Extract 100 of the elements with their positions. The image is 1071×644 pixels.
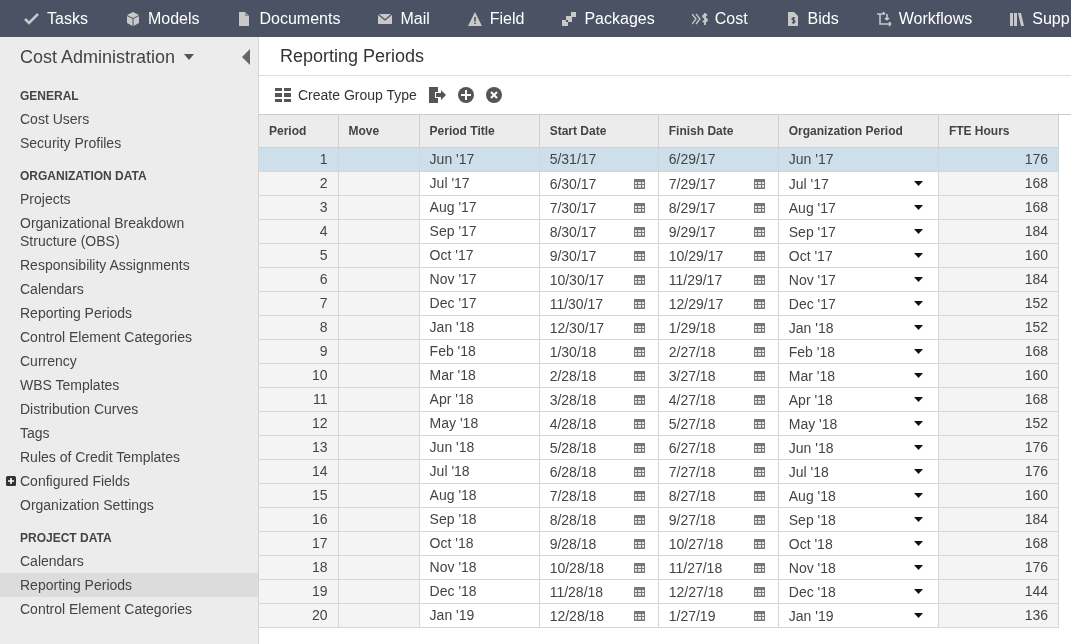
calendar-icon[interactable] xyxy=(753,250,765,262)
dropdown-field[interactable]: Sep '18 xyxy=(778,507,939,531)
date-field[interactable]: 7/29/17 xyxy=(658,171,779,195)
dropdown-field[interactable]: Aug '18 xyxy=(778,483,939,507)
calendar-icon[interactable] xyxy=(753,610,765,622)
nav-link[interactable]: Workflows xyxy=(875,9,973,28)
date-field[interactable]: 7/28/18 xyxy=(539,483,659,507)
table-row[interactable]: 6 Nov '17 10/30/17 11/29/17 Nov '17 184 xyxy=(259,267,1059,291)
date-field[interactable]: 8/27/18 xyxy=(658,483,779,507)
table-row[interactable]: 1 Jun '17 5/31/17 6/29/17 Jun '17 176 xyxy=(259,147,1059,171)
calendar-icon[interactable] xyxy=(633,466,645,478)
dropdown-field[interactable]: Oct '17 xyxy=(778,243,939,267)
dropdown-field[interactable]: Oct '18 xyxy=(778,531,939,555)
table-row[interactable]: 2 Jul '17 6/30/17 7/29/17 Jul '17 168 xyxy=(259,171,1059,195)
caret-icon[interactable] xyxy=(913,373,923,379)
caret-icon[interactable] xyxy=(913,541,923,547)
calendar-icon[interactable] xyxy=(633,610,645,622)
sidebar-item[interactable]: Control Element Categories xyxy=(0,325,258,349)
nav-link[interactable]: Cost xyxy=(691,9,748,28)
dropdown-field[interactable]: Jul '18 xyxy=(778,459,939,483)
column-header[interactable]: Finish Date xyxy=(658,115,779,147)
date-field[interactable]: 3/28/18 xyxy=(539,387,659,411)
date-field[interactable]: 1/29/18 xyxy=(658,315,779,339)
date-field[interactable]: 5/31/17 xyxy=(539,147,659,171)
calendar-icon[interactable] xyxy=(753,514,765,526)
sidebar-item[interactable]: Calendars xyxy=(0,277,258,301)
caret-icon[interactable] xyxy=(913,349,923,355)
dropdown-field[interactable]: Aug '17 xyxy=(778,195,939,219)
calendar-icon[interactable] xyxy=(753,586,765,598)
calendar-icon[interactable] xyxy=(633,490,645,502)
table-row[interactable]: 9 Feb '18 1/30/18 2/27/18 Feb '18 168 xyxy=(259,339,1059,363)
collapse-icon[interactable] xyxy=(242,49,250,65)
date-field[interactable]: 8/30/17 xyxy=(539,219,659,243)
nav-link[interactable]: Tasks xyxy=(24,9,88,28)
calendar-icon[interactable] xyxy=(633,274,645,286)
table-row[interactable]: 20 Jan '19 12/28/18 1/27/19 Jan '19 136 xyxy=(259,603,1059,627)
date-field[interactable]: 12/30/17 xyxy=(539,315,659,339)
calendar-icon[interactable] xyxy=(633,250,645,262)
table-row[interactable]: 4 Sep '17 8/30/17 9/29/17 Sep '17 184 xyxy=(259,219,1059,243)
calendar-icon[interactable] xyxy=(633,322,645,334)
title-field[interactable]: Dec '17 xyxy=(419,291,540,315)
caret-icon[interactable] xyxy=(913,469,923,475)
date-field[interactable]: 9/27/18 xyxy=(658,507,779,531)
calendar-icon[interactable] xyxy=(633,226,645,238)
sidebar-item[interactable]: Reporting Periods xyxy=(0,301,258,325)
sidebar-item[interactable]: Configured Fields xyxy=(0,469,258,493)
calendar-icon[interactable] xyxy=(633,538,645,550)
dropdown-field[interactable]: May '18 xyxy=(778,411,939,435)
caret-icon[interactable] xyxy=(913,301,923,307)
caret-icon[interactable] xyxy=(913,253,923,259)
title-field[interactable]: Feb '18 xyxy=(419,339,540,363)
caret-icon[interactable] xyxy=(913,277,923,283)
table-row[interactable]: 10 Mar '18 2/28/18 3/27/18 Mar '18 160 xyxy=(259,363,1059,387)
calendar-icon[interactable] xyxy=(633,298,645,310)
table-row[interactable]: 15 Aug '18 7/28/18 8/27/18 Aug '18 160 xyxy=(259,483,1059,507)
table-row[interactable]: 14 Jul '18 6/28/18 7/27/18 Jul '18 176 xyxy=(259,459,1059,483)
table-row[interactable]: 8 Jan '18 12/30/17 1/29/18 Jan '18 152 xyxy=(259,315,1059,339)
caret-icon[interactable] xyxy=(913,445,923,451)
nav-link[interactable]: Packages xyxy=(561,9,655,28)
date-field[interactable]: 10/28/18 xyxy=(539,555,659,579)
sidebar-item[interactable]: Rules of Credit Templates xyxy=(0,445,258,469)
calendar-icon[interactable] xyxy=(633,370,645,382)
dropdown-field[interactable]: Dec '17 xyxy=(778,291,939,315)
delete-icon[interactable] xyxy=(485,87,502,103)
sidebar-item[interactable]: WBS Templates xyxy=(0,373,258,397)
date-field[interactable]: 3/27/18 xyxy=(658,363,779,387)
column-header[interactable]: Organization Period xyxy=(778,115,939,147)
caret-icon[interactable] xyxy=(913,493,923,499)
title-field[interactable]: Jun '18 xyxy=(419,435,540,459)
add-icon[interactable] xyxy=(457,87,474,103)
title-field[interactable]: Nov '18 xyxy=(419,555,540,579)
caret-icon[interactable] xyxy=(913,613,923,619)
column-header[interactable]: Move xyxy=(338,115,420,147)
caret-icon[interactable] xyxy=(913,421,923,427)
date-field[interactable]: 11/29/17 xyxy=(658,267,779,291)
calendar-icon[interactable] xyxy=(633,586,645,598)
date-field[interactable]: 11/27/18 xyxy=(658,555,779,579)
caret-icon[interactable] xyxy=(184,54,195,60)
title-field[interactable]: Aug '17 xyxy=(419,195,540,219)
date-field[interactable]: 7/27/18 xyxy=(658,459,779,483)
date-field[interactable]: 2/27/18 xyxy=(658,339,779,363)
table-row[interactable]: 13 Jun '18 5/28/18 6/27/18 Jun '18 176 xyxy=(259,435,1059,459)
dropdown-field[interactable]: Nov '17 xyxy=(778,267,939,291)
dropdown-field[interactable]: Jul '17 xyxy=(778,171,939,195)
calendar-icon[interactable] xyxy=(753,202,765,214)
sidebar-item[interactable]: Projects xyxy=(0,187,258,211)
nav-link[interactable]: Supp xyxy=(1009,9,1070,28)
date-field[interactable]: 5/28/18 xyxy=(539,435,659,459)
caret-icon[interactable] xyxy=(913,205,923,211)
table-row[interactable]: 3 Aug '17 7/30/17 8/29/17 Aug '17 168 xyxy=(259,195,1059,219)
caret-icon[interactable] xyxy=(913,517,923,523)
sidebar-item[interactable]: Tags xyxy=(0,421,258,445)
sidebar-item[interactable]: Control Element Categories xyxy=(0,597,258,621)
sidebar-item[interactable]: Currency xyxy=(0,349,258,373)
calendar-icon[interactable] xyxy=(633,442,645,454)
calendar-icon[interactable] xyxy=(633,202,645,214)
title-field[interactable]: Sep '18 xyxy=(419,507,540,531)
calendar-icon[interactable] xyxy=(753,394,765,406)
column-header[interactable]: Period Title xyxy=(419,115,540,147)
calendar-icon[interactable] xyxy=(753,346,765,358)
